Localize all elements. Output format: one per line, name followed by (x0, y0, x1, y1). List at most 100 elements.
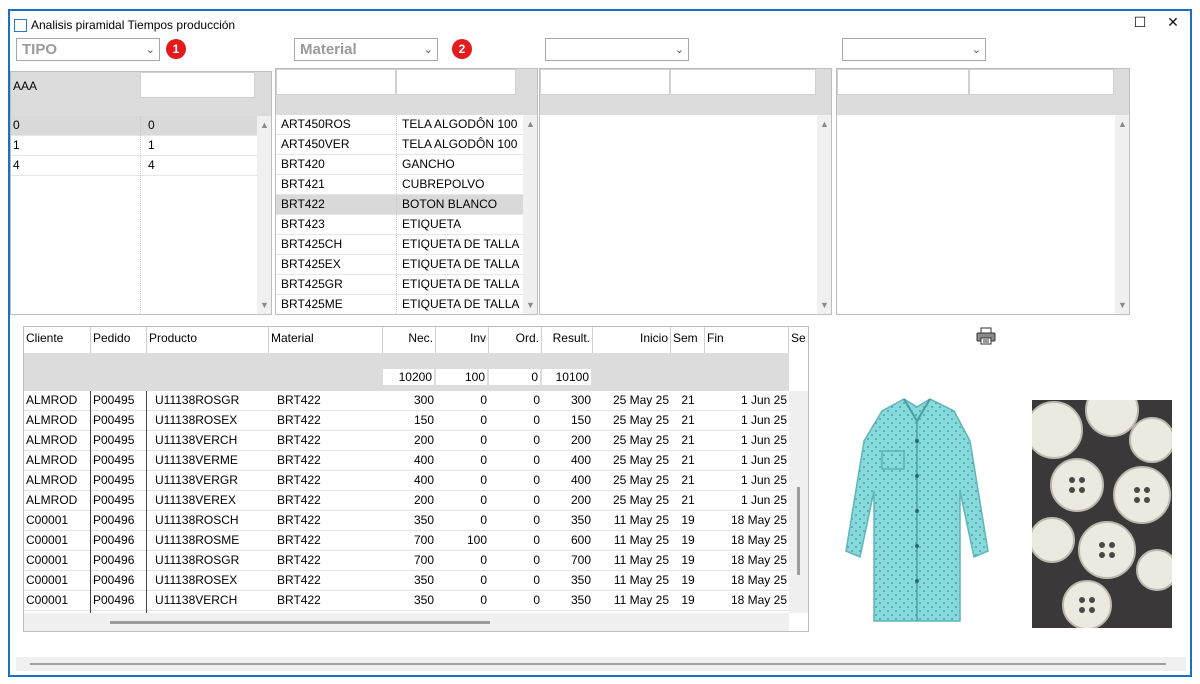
filter-dropdown-3[interactable]: ⌄ (545, 38, 689, 61)
table-cell: ALMROD (26, 493, 78, 507)
table-cell: 21 (681, 433, 695, 447)
vertical-scrollbar[interactable]: ▲ ▼ (257, 116, 271, 314)
list-item[interactable]: BRT421 CUBREPOLVO (276, 175, 523, 195)
scroll-thumb[interactable] (797, 487, 800, 575)
material-code: BRT421 (281, 177, 325, 191)
table-cell: 400 (413, 473, 434, 487)
list-item[interactable]: 44 (11, 156, 257, 176)
scroll-down-icon[interactable]: ▼ (257, 300, 271, 310)
filter-dropdown-4[interactable]: ⌄ (842, 38, 986, 61)
table-row[interactable]: C00001 P00496 U11138ROSCH BRT422 350 0 0 350 11 … (24, 511, 789, 531)
window-title: Analisis piramidal Tiempos producción (31, 18, 236, 32)
table-row[interactable]: C00001 P00496 U11138ROSME BRT422 700 100 0 600 1… (24, 531, 789, 551)
scroll-thumb[interactable] (30, 663, 1166, 665)
grid-horizontal-scrollbar[interactable] (24, 613, 789, 631)
table-row[interactable]: ALMROD P00495 U11138ROSEX BRT422 150 0 0 150 25 … (24, 411, 789, 431)
column-header[interactable]: Cliente (24, 327, 91, 353)
scroll-down-icon[interactable]: ▼ (523, 300, 537, 310)
table-row[interactable]: ALMROD P00495 U11138VERME BRT422 400 0 0 400 25 … (24, 451, 789, 471)
grid-vertical-scrollbar[interactable] (789, 391, 808, 613)
scroll-down-icon[interactable]: ▼ (1115, 300, 1129, 310)
close-button[interactable]: ✕ (1165, 14, 1181, 31)
column-header[interactable]: Sem (671, 327, 705, 353)
column-header-label: Ord. (515, 331, 539, 345)
table-row[interactable]: C00001 P00496 U11138VERCH BRT422 350 0 0 350 11 … (24, 591, 789, 611)
window-horizontal-scrollbar[interactable] (16, 657, 1186, 671)
vertical-scrollbar[interactable]: ▲ ▼ (523, 115, 537, 314)
list-item[interactable]: BRT425GR ETIQUETA DE TALLA (276, 275, 523, 295)
table-cell: U11138VEREX (155, 493, 236, 507)
scroll-up-icon[interactable]: ▲ (1115, 119, 1129, 129)
maximize-button[interactable]: ☐ (1132, 14, 1148, 31)
table-cell: P00496 (93, 553, 135, 567)
table-cell: 0 (480, 413, 487, 427)
list-item[interactable]: ART450ROS TELA ALGODÔN 100 (276, 115, 523, 135)
table-cell: C00001 (26, 593, 69, 607)
vertical-scrollbar[interactable]: ▲ ▼ (817, 115, 831, 314)
chevron-down-icon: ⌄ (971, 44, 981, 56)
scroll-up-icon[interactable]: ▲ (523, 119, 537, 129)
column-header[interactable]: Fin (705, 327, 789, 353)
table-cell: 300 (413, 393, 434, 407)
table-cell: 350 (570, 573, 591, 587)
table-cell: U11138VERME (155, 453, 238, 467)
list-item-code: 1 (13, 138, 20, 152)
table-row[interactable]: ALMROD P00495 U11138VEREX BRT422 200 0 0 200 25 … (24, 491, 789, 511)
column-header[interactable]: Result. (542, 327, 593, 353)
column-header[interactable]: Inv (436, 327, 489, 353)
table-cell: 150 (413, 413, 434, 427)
list-item[interactable]: 11 (11, 136, 257, 156)
list-item[interactable]: BRT425ME ETIQUETA DE TALLA (276, 295, 523, 314)
column-header[interactable]: Inicio (593, 327, 671, 353)
table-cell: 200 (413, 433, 434, 447)
scroll-up-icon[interactable]: ▲ (817, 119, 831, 129)
table-row[interactable]: ALMROD P00495 U11138VERGR BRT422 400 0 0 400 25 … (24, 471, 789, 491)
list-item[interactable]: ART450VER TELA ALGODÔN 100 (276, 135, 523, 155)
table-cell: BRT422 (277, 493, 321, 507)
table-cell: 21 (681, 413, 695, 427)
table-cell: 18 May 25 (730, 593, 787, 607)
table-row[interactable]: ALMROD P00495 U11138ROSGR BRT422 300 0 0 300 25 … (24, 391, 789, 411)
table-cell: 700 (570, 553, 591, 567)
list-item[interactable]: BRT423 ETIQUETA (276, 215, 523, 235)
column-header[interactable]: Nec. (383, 327, 436, 353)
table-cell: 0 (533, 493, 540, 507)
table-cell: U11138VERCH (155, 593, 238, 607)
table-cell: BRT422 (277, 573, 321, 587)
column-header[interactable]: Producto (147, 327, 269, 353)
column-header-label: Cliente (26, 331, 64, 345)
tipo-dropdown[interactable]: TIPO ⌄ (16, 38, 160, 61)
scroll-up-icon[interactable]: ▲ (257, 120, 271, 130)
list-item[interactable]: BRT422 BOTON BLANCO (276, 195, 523, 215)
table-row[interactable]: C00001 P00496 U11138ROSEX BRT422 350 0 0 350 11 … (24, 571, 789, 591)
printer-icon[interactable] (976, 327, 996, 345)
step-badge-2: 2 (452, 39, 472, 59)
table-cell: 25 May 25 (612, 453, 669, 467)
table-row[interactable]: ALMROD P00495 U11138VERCH BRT422 200 0 0 200 25 … (24, 431, 789, 451)
table-cell: 0 (480, 513, 487, 527)
scroll-thumb[interactable] (110, 621, 490, 624)
list-item[interactable]: BRT425CH ETIQUETA DE TALLA (276, 235, 523, 255)
material-dropdown[interactable]: Material ⌄ (294, 38, 438, 61)
table-cell: 11 May 25 (613, 513, 669, 527)
list-item[interactable]: BRT420 GANCHO (276, 155, 523, 175)
column-header[interactable]: Se (789, 327, 808, 353)
table-cell: 1 Jun 25 (740, 413, 787, 427)
table-cell: 25 May 25 (612, 493, 669, 507)
column-header-label: Inicio (639, 331, 668, 345)
panel-header-label: AAA (13, 79, 38, 93)
column-header[interactable]: Material (269, 327, 383, 353)
list-item[interactable]: BRT425EX ETIQUETA DE TALLA (276, 255, 523, 275)
table-cell: 18 May 25 (730, 533, 787, 547)
column-header[interactable]: Pedido (91, 327, 147, 353)
vertical-scrollbar[interactable]: ▲ ▼ (1115, 115, 1129, 314)
table-cell: 0 (480, 393, 487, 407)
list-item[interactable]: 00 (11, 116, 257, 136)
table-row[interactable]: C00001 P00496 U11138ROSGR BRT422 700 0 0 700 11 … (24, 551, 789, 571)
table-cell: 200 (570, 493, 591, 507)
table-cell: ALMROD (26, 453, 78, 467)
scroll-down-icon[interactable]: ▼ (817, 300, 831, 310)
table-cell: C00001 (26, 573, 69, 587)
column-header[interactable]: Ord. (489, 327, 542, 353)
list-item-value: 1 (148, 138, 155, 152)
